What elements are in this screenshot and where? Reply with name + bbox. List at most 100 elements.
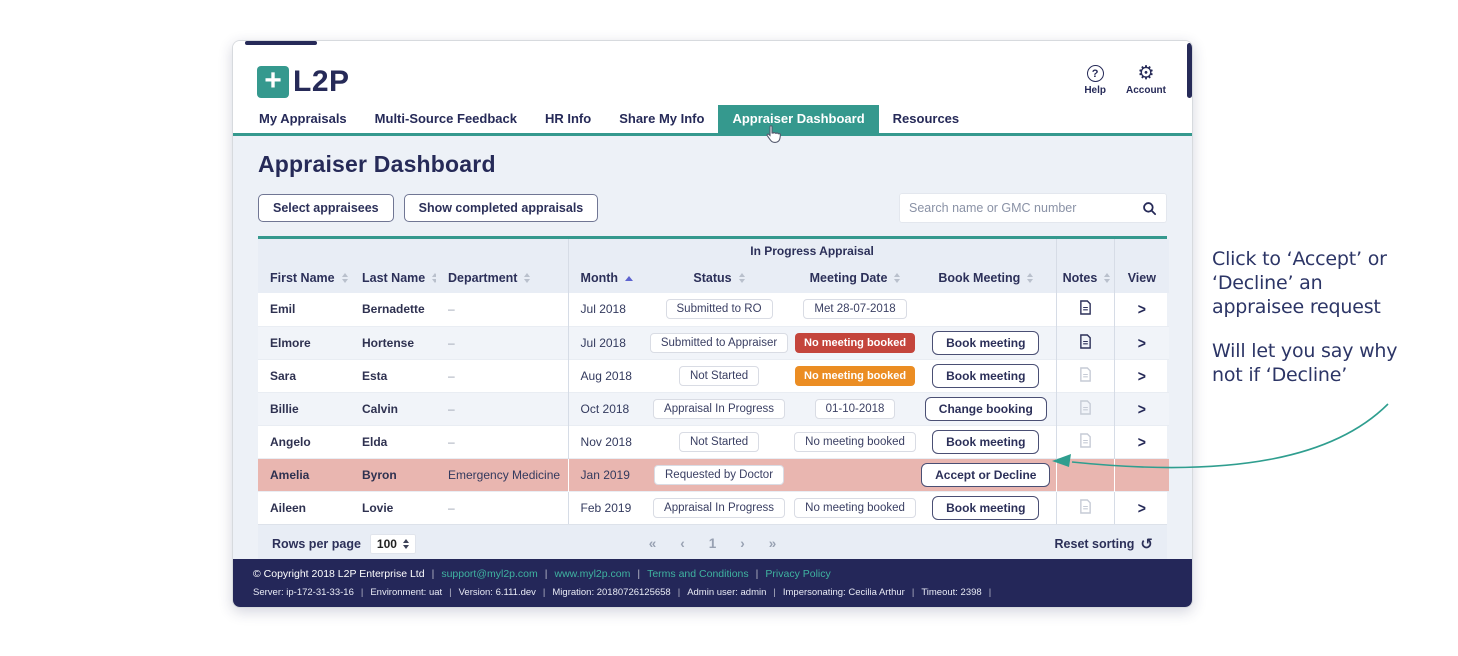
accept-or-decline-button[interactable]: Accept or Decline	[921, 463, 1050, 487]
sort-down-arrow	[342, 279, 348, 283]
screenshot-canvas: + L2P ? Help ⚙ Account My AppraisalsMult…	[0, 0, 1458, 656]
cell-view: >	[1114, 326, 1169, 359]
cell-last-name: Calvin	[350, 392, 436, 425]
cell-department: –	[436, 359, 568, 392]
group-header-in-progress: In Progress Appraisal	[568, 239, 1056, 262]
sort-up-arrow	[1104, 273, 1110, 277]
next-page-button[interactable]: ›	[740, 536, 745, 551]
tab-share-my-info[interactable]: Share My Info	[605, 105, 718, 133]
view-chevron-icon[interactable]: >	[1138, 300, 1146, 318]
page-number-1-button[interactable]: 1	[709, 536, 717, 551]
column-label: Book Meeting	[938, 271, 1020, 285]
cell-notes	[1056, 359, 1114, 392]
tab-hr-info[interactable]: HR Info	[531, 105, 605, 133]
reset-sorting-button[interactable]: Reset sorting ↺	[1055, 535, 1153, 553]
annotation-line: Will let you say why	[1212, 340, 1458, 364]
scrollbar-thumb[interactable]	[1187, 43, 1192, 98]
view-chevron-icon[interactable]: >	[1138, 432, 1146, 450]
account-button[interactable]: ⚙ Account	[1126, 65, 1166, 96]
footer-separator: |	[905, 587, 921, 598]
tab-multi-source-feedback[interactable]: Multi-Source Feedback	[361, 105, 531, 133]
server-info-segment: Version: 6.111.dev	[459, 587, 536, 598]
cell-department: –	[436, 491, 568, 524]
cell-month: Nov 2018	[568, 425, 644, 458]
cell-department: –	[436, 326, 568, 359]
gear-icon: ⚙	[1137, 65, 1154, 82]
search-input[interactable]	[909, 201, 1142, 215]
group-header-spacer	[258, 239, 568, 262]
first-page-button[interactable]: «	[649, 536, 657, 551]
tab-appraiser-dashboard[interactable]: Appraiser Dashboard	[718, 105, 878, 133]
footer-link-www-myl2p-com[interactable]: www.myl2p.com	[555, 568, 631, 580]
show-completed-appraisals-button[interactable]: Show completed appraisals	[404, 194, 599, 222]
sort-icon[interactable]	[432, 273, 436, 283]
sort-icon[interactable]	[1104, 273, 1110, 283]
annotation-line: not if ‘Decline’	[1212, 364, 1458, 388]
group-header-spacer	[1056, 239, 1114, 262]
notes-document-icon[interactable]	[1079, 334, 1092, 352]
cell-book-meeting: Book meeting	[916, 326, 1056, 359]
tab-resources[interactable]: Resources	[879, 105, 973, 133]
cell-last-name: Elda	[350, 425, 436, 458]
status-pill: Requested by Doctor	[654, 465, 784, 485]
book-meeting-button[interactable]: Book meeting	[932, 331, 1039, 355]
cell-view: >	[1114, 359, 1169, 392]
footer-link-support-myl2p-com[interactable]: support@myl2p.com	[441, 568, 537, 580]
search-icon[interactable]	[1142, 201, 1157, 216]
column-label: Department	[448, 271, 517, 285]
column-header-notes: Notes	[1056, 262, 1114, 293]
sort-ascending-icon[interactable]	[625, 276, 633, 281]
table-header-row: First NameLast NameDepartmentMonthStatus…	[258, 262, 1169, 293]
footer-separator: |	[630, 568, 647, 580]
column-label: Last Name	[362, 271, 425, 285]
select-appraisees-button[interactable]: Select appraisees	[258, 194, 394, 222]
annotation-paragraph-2: Will let you say whynot if ‘Decline’	[1212, 340, 1458, 388]
notes-document-icon[interactable]	[1079, 300, 1092, 318]
cell-view: >	[1114, 425, 1169, 458]
tab-my-appraisals[interactable]: My Appraisals	[245, 105, 361, 133]
sort-icon[interactable]	[1027, 273, 1033, 283]
appraisals-table: In Progress Appraisal First Name Last Nam…	[258, 236, 1167, 524]
cell-department: Emergency Medicine	[436, 458, 568, 491]
view-chevron-icon[interactable]: >	[1138, 333, 1146, 351]
cell-month: Oct 2018	[568, 392, 644, 425]
server-info-segment: Timeout: 2398	[921, 587, 981, 598]
book-meeting-button[interactable]: Book meeting	[932, 364, 1039, 388]
no-meeting-badge: No meeting booked	[795, 333, 915, 353]
footer-line-2: Server: ip-172-31-33-16|Environment: uat…	[253, 587, 1172, 598]
book-meeting-button[interactable]: Book meeting	[932, 430, 1039, 454]
footer-link-privacy-policy[interactable]: Privacy Policy	[765, 568, 830, 580]
status-pill: Not Started	[679, 366, 759, 386]
book-meeting-button[interactable]: Book meeting	[932, 496, 1039, 520]
sort-icon[interactable]	[342, 273, 348, 283]
footer-separator: |	[766, 587, 782, 598]
last-page-button[interactable]: »	[769, 536, 777, 551]
app-header: + L2P ? Help ⚙ Account	[233, 41, 1192, 105]
column-header-book-meeting: Book Meeting	[916, 262, 1056, 293]
help-button[interactable]: ? Help	[1084, 65, 1106, 96]
column-header-view: View	[1114, 262, 1169, 293]
change-booking-button[interactable]: Change booking	[925, 397, 1047, 421]
cell-book-meeting	[916, 293, 1056, 326]
cell-meeting-date: 01-10-2018	[794, 392, 916, 425]
cell-status: Appraisal In Progress	[644, 392, 794, 425]
view-chevron-icon[interactable]: >	[1138, 366, 1146, 384]
sort-icon[interactable]	[894, 273, 900, 283]
cell-last-name: Esta	[350, 359, 436, 392]
view-chevron-icon[interactable]: >	[1138, 499, 1146, 517]
cell-view: >	[1114, 293, 1169, 326]
table-row-angelo-elda: AngeloElda–Nov 2018Not StartedNo meeting…	[258, 425, 1169, 458]
sort-icon[interactable]	[739, 273, 745, 283]
cell-last-name: Bernadette	[350, 293, 436, 326]
table-row-sara-esta: SaraEsta–Aug 2018Not StartedNo meeting b…	[258, 359, 1169, 392]
prev-page-button[interactable]: ‹	[680, 536, 685, 551]
cell-notes	[1056, 293, 1114, 326]
footer-link-terms-and-conditions[interactable]: Terms and Conditions	[647, 568, 749, 580]
sort-icon[interactable]	[524, 273, 530, 283]
rows-per-page-select[interactable]: 100	[370, 534, 416, 554]
view-chevron-icon[interactable]: >	[1138, 399, 1146, 417]
footer-separator: |	[354, 587, 370, 598]
sort-down-arrow	[432, 279, 436, 283]
column-header-first-name: First Name	[258, 262, 350, 293]
group-header-spacer	[1114, 239, 1169, 262]
